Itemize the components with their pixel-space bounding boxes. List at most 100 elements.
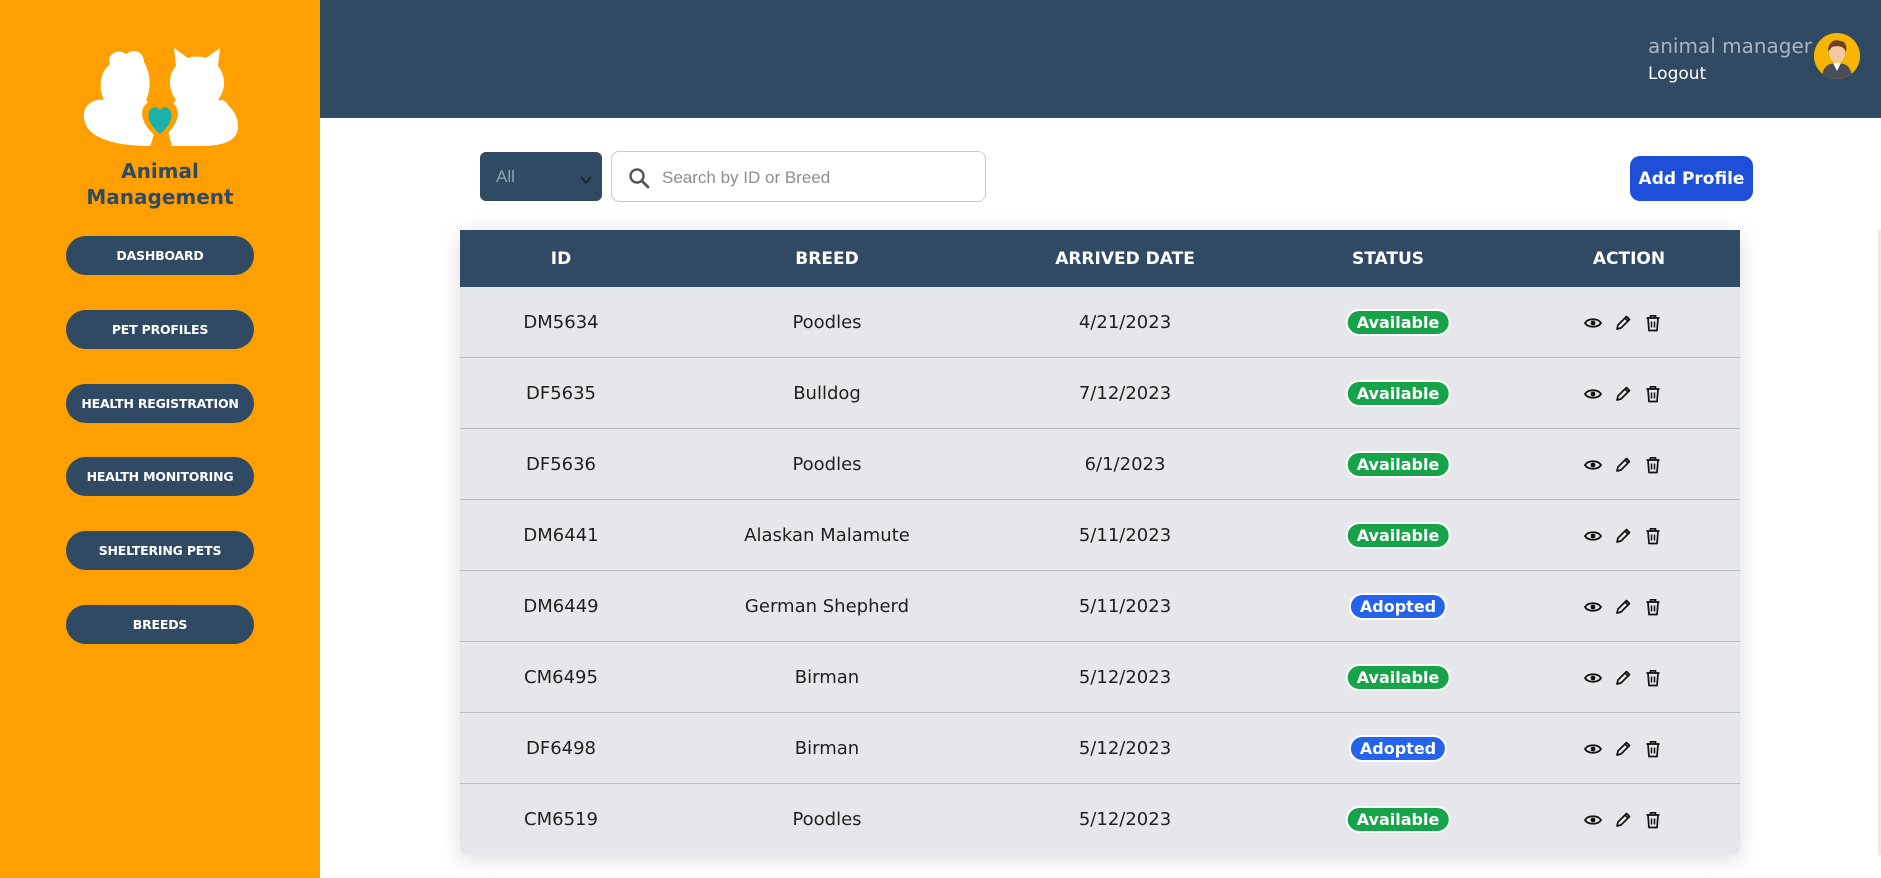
trash-icon[interactable] xyxy=(1642,667,1664,689)
cell-status: Available xyxy=(1345,642,1451,713)
column-header-id: ID xyxy=(550,248,572,269)
pencil-icon[interactable] xyxy=(1612,454,1634,476)
table-header: ID BREED ARRIVED DATE STATUS ACTION xyxy=(460,230,1740,287)
cell-breed: Alaskan Malamute xyxy=(744,525,910,546)
status-filter-select[interactable]: All xyxy=(480,152,602,201)
table-row: DM5634 Poodles 4/21/2023 Available xyxy=(460,287,1740,358)
trash-icon[interactable] xyxy=(1642,525,1664,547)
cell-breed: Poodles xyxy=(792,809,862,830)
status-badge: Available xyxy=(1345,806,1451,833)
cell-actions xyxy=(1582,571,1664,642)
sidebar-item-health-monitoring[interactable]: HEALTH MONITORING xyxy=(66,457,254,496)
pencil-icon[interactable] xyxy=(1612,667,1634,689)
cell-status: Adopted xyxy=(1348,571,1448,642)
status-badge: Available xyxy=(1345,309,1451,336)
pencil-icon[interactable] xyxy=(1612,312,1634,334)
pencil-icon[interactable] xyxy=(1612,596,1634,618)
eye-icon[interactable] xyxy=(1582,454,1604,476)
pencil-icon[interactable] xyxy=(1612,809,1634,831)
trash-icon[interactable] xyxy=(1642,454,1664,476)
animal-logo-icon xyxy=(80,48,240,148)
column-header-action: ACTION xyxy=(1592,248,1666,269)
pet-profiles-table: ID BREED ARRIVED DATE STATUS ACTION DM56… xyxy=(460,230,1740,855)
sidebar-item-pet-profiles[interactable]: PET PROFILES xyxy=(66,310,254,349)
cell-status: Available xyxy=(1345,287,1451,358)
pencil-icon[interactable] xyxy=(1612,383,1634,405)
cell-id: DM6449 xyxy=(523,596,599,617)
cell-arrived-date: 4/21/2023 xyxy=(1078,312,1172,333)
eye-icon[interactable] xyxy=(1582,667,1604,689)
cell-arrived-date: 6/1/2023 xyxy=(1084,454,1166,475)
cell-id: DM6441 xyxy=(523,525,599,546)
cell-status: Available xyxy=(1345,429,1451,500)
trash-icon[interactable] xyxy=(1642,596,1664,618)
column-header-arrived-date: ARRIVED DATE xyxy=(1055,248,1195,269)
trash-icon[interactable] xyxy=(1642,312,1664,334)
cell-arrived-date: 5/12/2023 xyxy=(1078,667,1172,688)
cell-status: Available xyxy=(1345,784,1451,855)
cell-breed: Birman xyxy=(794,667,860,688)
eye-icon[interactable] xyxy=(1582,596,1604,618)
status-badge: Available xyxy=(1345,380,1451,407)
sidebar-item-dashboard[interactable]: DASHBOARD xyxy=(66,236,254,275)
search-placeholder: Search by ID or Breed xyxy=(662,168,831,187)
brand-title: Animal Management xyxy=(0,158,320,210)
cell-actions xyxy=(1582,713,1664,784)
cell-status: Adopted xyxy=(1348,713,1448,784)
brand-line-2: Management xyxy=(86,185,234,209)
eye-icon[interactable] xyxy=(1582,738,1604,760)
chevron-down-icon xyxy=(580,170,592,190)
cell-actions xyxy=(1582,500,1664,571)
column-header-status: STATUS xyxy=(1351,248,1425,269)
user-name: animal manager xyxy=(1648,34,1813,58)
cell-actions xyxy=(1582,784,1664,855)
trash-icon[interactable] xyxy=(1642,809,1664,831)
filter-selected-value: All xyxy=(496,166,515,186)
cell-breed: Bulldog xyxy=(793,383,861,404)
cell-id: CM6495 xyxy=(524,667,598,688)
column-header-breed: BREED xyxy=(795,248,859,269)
pencil-icon[interactable] xyxy=(1612,738,1634,760)
table-row: DF6498 Birman 5/12/2023 Adopted xyxy=(460,713,1740,784)
sidebar-item-sheltering-pets[interactable]: SHELTERING PETS xyxy=(66,531,254,570)
cell-breed: German Shepherd xyxy=(744,596,910,617)
cell-breed: Birman xyxy=(794,738,860,759)
trash-icon[interactable] xyxy=(1642,738,1664,760)
cell-actions xyxy=(1582,287,1664,358)
cell-actions xyxy=(1582,429,1664,500)
eye-icon[interactable] xyxy=(1582,809,1604,831)
add-profile-button[interactable]: Add Profile xyxy=(1630,156,1753,201)
cell-arrived-date: 7/12/2023 xyxy=(1078,383,1172,404)
status-badge: Available xyxy=(1345,664,1451,691)
cell-breed: Poodles xyxy=(792,312,862,333)
cell-id: CM6519 xyxy=(524,809,598,830)
cell-actions xyxy=(1582,642,1664,713)
trash-icon[interactable] xyxy=(1642,383,1664,405)
eye-icon[interactable] xyxy=(1582,312,1604,334)
search-input[interactable]: Search by ID or Breed xyxy=(611,151,986,202)
cell-arrived-date: 5/11/2023 xyxy=(1078,596,1172,617)
avatar[interactable] xyxy=(1814,33,1860,79)
cell-id: DF6498 xyxy=(525,738,597,759)
table-row: CM6495 Birman 5/12/2023 Available xyxy=(460,642,1740,713)
cell-breed: Poodles xyxy=(792,454,862,475)
cell-arrived-date: 5/12/2023 xyxy=(1078,809,1172,830)
status-badge: Adopted xyxy=(1348,593,1448,620)
sidebar-item-health-registration[interactable]: HEALTH REGISTRATION xyxy=(66,384,254,423)
top-header xyxy=(320,0,1881,118)
sidebar-item-breeds[interactable]: BREEDS xyxy=(66,605,254,644)
table-row: DM6449 German Shepherd 5/11/2023 Adopted xyxy=(460,571,1740,642)
logout-link[interactable]: Logout xyxy=(1648,64,1706,84)
eye-icon[interactable] xyxy=(1582,383,1604,405)
cell-id: DM5634 xyxy=(523,312,599,333)
cell-status: Available xyxy=(1345,500,1451,571)
cell-status: Available xyxy=(1345,358,1451,429)
table-row: DM6441 Alaskan Malamute 5/11/2023 Available xyxy=(460,500,1740,571)
status-badge: Adopted xyxy=(1348,735,1448,762)
cell-arrived-date: 5/11/2023 xyxy=(1078,525,1172,546)
eye-icon[interactable] xyxy=(1582,525,1604,547)
pencil-icon[interactable] xyxy=(1612,525,1634,547)
table-row: CM6519 Poodles 5/12/2023 Available xyxy=(460,784,1740,855)
table-row: DF5635 Bulldog 7/12/2023 Available xyxy=(460,358,1740,429)
brand-line-1: Animal xyxy=(121,159,199,183)
